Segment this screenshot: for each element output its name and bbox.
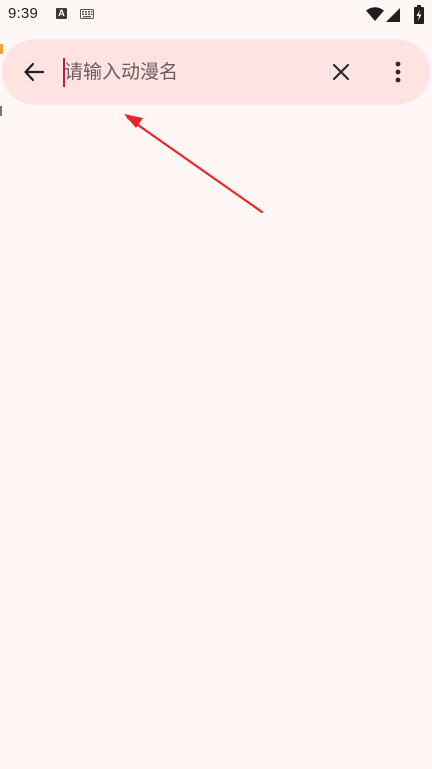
a-badge-icon: A <box>56 8 67 19</box>
status-time: 9:39 <box>8 5 38 22</box>
edge-mark <box>0 44 3 54</box>
keyboard-icon <box>80 9 94 19</box>
edge-mark <box>0 106 2 116</box>
more-vertical-icon <box>395 61 401 83</box>
clear-button[interactable] <box>323 54 359 90</box>
more-options-button[interactable] <box>380 54 416 90</box>
signal-icon <box>386 8 400 22</box>
close-icon <box>332 63 350 81</box>
text-caret <box>63 58 65 87</box>
search-bar <box>2 39 430 105</box>
annotation-arrow-icon <box>124 114 264 214</box>
back-button[interactable] <box>16 54 52 90</box>
status-icons <box>354 5 424 25</box>
arrow-left-icon <box>24 62 45 82</box>
battery-charging-icon <box>414 5 424 24</box>
wifi-icon <box>366 7 384 21</box>
status-bar: 9:39 A <box>0 0 432 30</box>
search-input[interactable] <box>60 55 314 89</box>
